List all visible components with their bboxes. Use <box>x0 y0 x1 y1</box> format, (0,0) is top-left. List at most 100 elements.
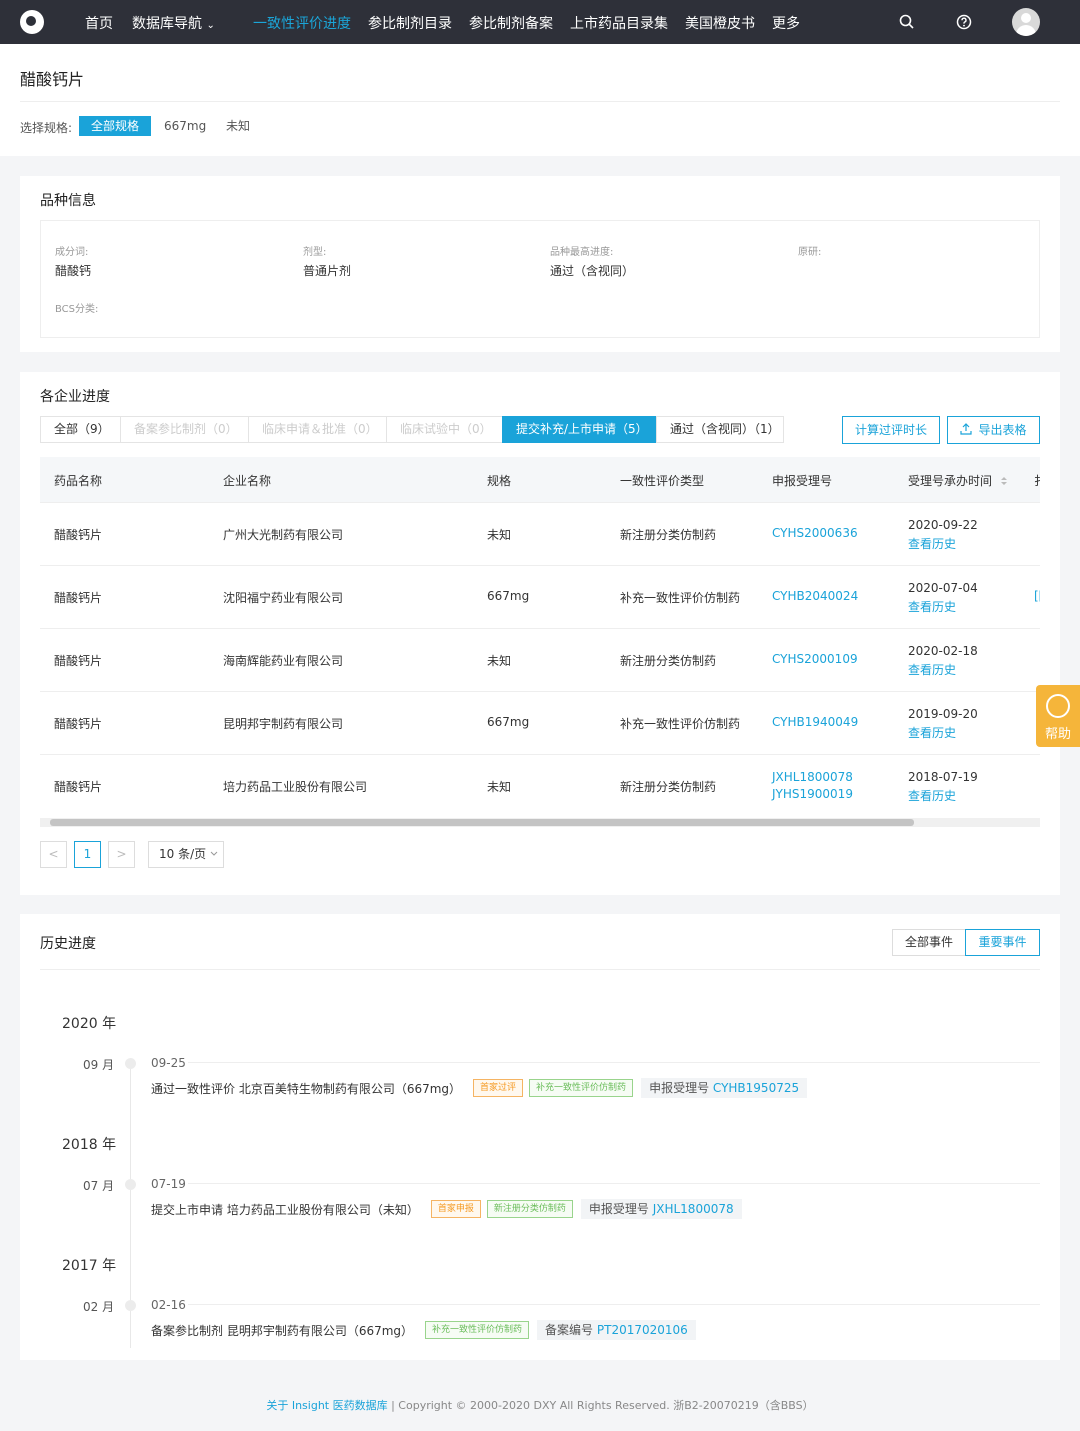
history-title: 历史进度 <box>40 936 96 952</box>
page-1-button[interactable]: 1 <box>74 841 101 868</box>
view-history-link[interactable]: 查看历史 <box>908 535 956 552</box>
spec-cell: 667mg <box>487 589 530 603</box>
tab-clinical-trial[interactable]: 临床试验中（0） <box>386 416 503 443</box>
acceptance-no-link[interactable]: CYHB2040024 <box>772 589 858 603</box>
page-size-select[interactable]: 10 条/页 <box>148 841 224 868</box>
company-progress-title: 各企业进度 <box>40 389 110 405</box>
avatar[interactable] <box>1012 8 1040 36</box>
calc-duration-button[interactable]: 计算过评时长 <box>842 416 940 444</box>
nav-listed-drugs[interactable]: 上市药品目录集 <box>570 13 668 33</box>
drug-name-cell: 醋酸钙片 <box>54 780 103 794</box>
highest-progress-label: 品种最高进度: <box>550 247 614 258</box>
col-drug-name: 药品名称 <box>54 474 103 488</box>
company-cell: 广州大光制药有限公司 <box>223 528 344 542</box>
event-text: 备案参比制剂 昆明邦宇制药有限公司（667mg） <box>151 1323 414 1338</box>
row-divider <box>40 628 1040 629</box>
timeline-year: 2018 年 <box>62 1137 117 1153</box>
reg-number-label: 申报受理号 <box>588 1202 649 1216</box>
col-eval-type: 一致性评价类型 <box>620 474 705 488</box>
divider <box>188 1304 1040 1305</box>
chevron-down-icon: ⌄ <box>206 20 215 31</box>
row-divider <box>40 754 1040 755</box>
drug-header <box>0 44 1080 156</box>
footer: 关于 Insight 医药数据库 | Copyright © 2000-2020… <box>0 1381 1080 1431</box>
tab-clinical-application[interactable]: 临床申请＆批准（0） <box>248 416 387 443</box>
event-reg-number: 备案编号 PT2017020106 <box>537 1320 696 1340</box>
company-cell: 海南辉能药业有限公司 <box>223 654 344 668</box>
next-page-button[interactable]: > <box>108 841 135 868</box>
type-cell: 补充一致性评价仿制药 <box>620 717 741 731</box>
tab-reference-filing[interactable]: 备案参比制剂（0） <box>120 416 249 443</box>
reg-number-link[interactable]: CYHB1950725 <box>713 1081 799 1095</box>
timeline-month: 07 月 <box>83 1179 115 1193</box>
type-cell: 新注册分类仿制药 <box>620 654 717 668</box>
reg-number-link[interactable]: PT2017020106 <box>597 1323 688 1337</box>
nav-database-label: 数据库导航 <box>132 16 202 32</box>
ingredient-value: 醋酸钙 <box>55 264 92 278</box>
logo-icon[interactable] <box>20 10 44 34</box>
help-circle-icon[interactable] <box>955 13 973 31</box>
view-history-link[interactable]: 查看历史 <box>908 787 956 804</box>
reg-number-link[interactable]: JXHL1800078 <box>653 1202 734 1216</box>
view-history-link[interactable]: 查看历史 <box>908 724 956 741</box>
acceptance-no-link[interactable]: CYHB1940049 <box>772 715 858 729</box>
spec-option-667mg[interactable]: 667mg <box>152 116 218 136</box>
spec-option-unknown[interactable]: 未知 <box>214 116 262 136</box>
nav-consistency[interactable]: 一致性评价进度 <box>253 13 351 33</box>
variety-info-title: 品种信息 <box>40 193 96 209</box>
table-header <box>40 457 1040 503</box>
nav-orange-book[interactable]: 美国橙皮书 <box>685 13 755 33</box>
col-company: 企业名称 <box>223 474 272 488</box>
event-reg-number: 申报受理号 CYHB1950725 <box>641 1078 808 1098</box>
drug-name-cell: 醋酸钙片 <box>54 528 103 542</box>
divider <box>20 101 1060 102</box>
chat-icon <box>1046 694 1070 718</box>
drug-name-cell: 醋酸钙片 <box>54 591 103 605</box>
date-cell: 2020-07-04 <box>908 581 978 595</box>
acceptance-no-link[interactable]: CYHS2000636 <box>772 526 858 540</box>
timeline-year: 2020 年 <box>62 1016 117 1032</box>
about-link[interactable]: 关于 Insight 医药数据库 <box>266 1399 387 1412</box>
type-cell: 新注册分类仿制药 <box>620 780 717 794</box>
filter-all-events[interactable]: 全部事件 <box>892 929 966 956</box>
nav-more[interactable]: 更多 <box>772 13 800 33</box>
prev-page-button[interactable]: < <box>40 841 67 868</box>
timeline-event: 通过一致性评价 北京百美特生物制药有限公司（667mg） 首家过评 补充一致性评… <box>151 1078 808 1098</box>
company-cell: 沈阳福宁药业有限公司 <box>223 591 344 605</box>
view-history-link[interactable]: 查看历史 <box>908 598 956 615</box>
search-icon[interactable] <box>898 13 916 31</box>
tab-passed[interactable]: 通过（含视同）（1） <box>656 416 784 443</box>
event-tag: 新注册分类仿制药 <box>486 1200 573 1218</box>
spec-cell: 未知 <box>487 780 512 794</box>
type-cell: 补充一致性评价仿制药 <box>620 591 741 605</box>
originator-label: 原研: <box>798 247 822 258</box>
type-cell: 新注册分类仿制药 <box>620 528 717 542</box>
tab-all[interactable]: 全部（9） <box>40 416 121 443</box>
timeline-year: 2017 年 <box>62 1258 117 1274</box>
help-button[interactable]: 帮助 <box>1036 685 1080 747</box>
acceptance-no-link[interactable]: CYHS2000109 <box>772 652 858 666</box>
ingredient-label: 成分词: <box>55 247 89 258</box>
scrollbar-thumb[interactable] <box>50 819 914 826</box>
nav-reference-filing[interactable]: 参比制剂备案 <box>469 13 553 33</box>
view-history-link[interactable]: 查看历史 <box>908 661 956 678</box>
nav-home[interactable]: 首页 <box>85 13 113 33</box>
timeline-event: 提交上市申请 培力药品工业股份有限公司（未知） 首家申报 新注册分类仿制药 申报… <box>151 1199 742 1219</box>
filter-important-events[interactable]: 重要事件 <box>965 929 1040 956</box>
nav-database[interactable]: 数据库导航 ⌄ <box>132 13 215 33</box>
export-button[interactable]: 导出表格 <box>947 416 1040 444</box>
col-acceptance-date[interactable]: 受理号承办时间 <box>908 472 1008 489</box>
acceptance-no-link[interactable]: JYHS1900019 <box>772 787 853 801</box>
date-cell: 2018-07-19 <box>908 770 978 784</box>
event-date: 07-19 <box>151 1177 186 1191</box>
acceptance-no-link[interactable]: JXHL1800078 <box>772 770 853 784</box>
nav-reference-catalog[interactable]: 参比制剂目录 <box>368 13 452 33</box>
spec-option-all[interactable]: 全部规格 <box>79 116 152 136</box>
page-size-value: 10 条/页 <box>159 847 207 861</box>
timeline-month: 09 月 <box>83 1058 115 1072</box>
event-tag: 首家过评 <box>473 1079 524 1097</box>
timeline-event: 备案参比制剂 昆明邦宇制药有限公司（667mg） 补充一致性评价仿制药 备案编号… <box>151 1320 696 1340</box>
col-acceptance-date-label: 受理号承办时间 <box>908 474 993 488</box>
truncated-cell-link[interactable]: [[ <box>1034 589 1040 603</box>
tab-submitted[interactable]: 提交补充/上市申请（5） <box>502 416 657 443</box>
